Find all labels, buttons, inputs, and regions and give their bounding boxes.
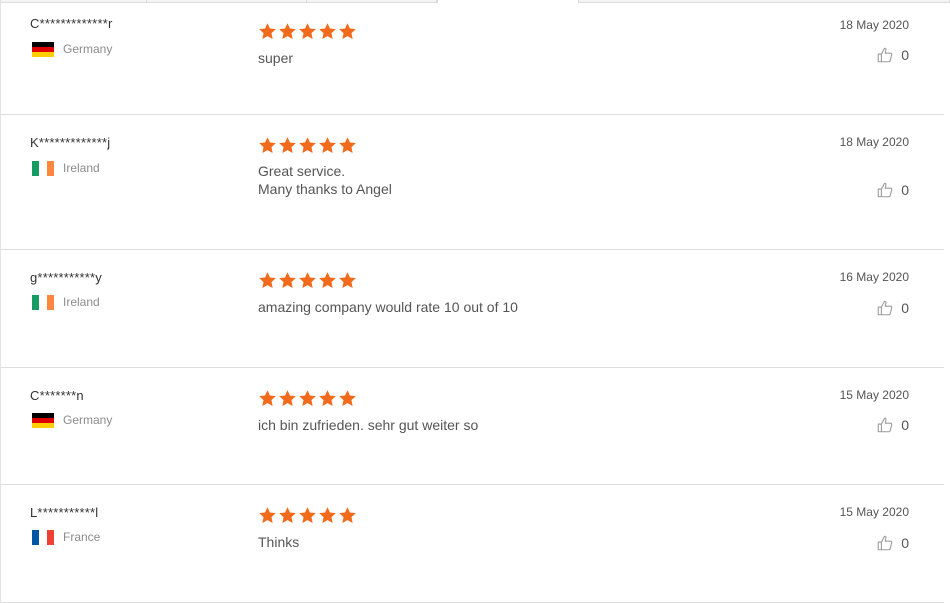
comment-line: Great service. [258, 163, 346, 179]
tab-2[interactable] [147, 0, 307, 3]
star-icon [299, 23, 316, 40]
like-button[interactable]: 0 [876, 416, 909, 434]
review-date: 16 May 2020 [839, 270, 909, 284]
star-rating [258, 136, 357, 155]
thumbs-up-icon [877, 182, 893, 198]
star-icon [319, 390, 336, 407]
star-icon [299, 507, 316, 524]
reviewer-country: Germany [32, 412, 112, 428]
like-button[interactable]: 0 [876, 534, 909, 552]
reviewer-name: C*************r [30, 16, 113, 31]
reviewer-name: L***********l [30, 505, 99, 520]
reviewer-name: C*******n [30, 388, 84, 403]
star-icon [259, 507, 276, 524]
like-count: 0 [901, 300, 909, 316]
reviewer-name: K*************j [30, 135, 111, 150]
star-icon [319, 23, 336, 40]
star-icon [299, 390, 316, 407]
review-item: C*************r Germany super 18 May 202… [1, 4, 944, 115]
thumbs-up-icon [877, 47, 893, 63]
comment-line: Many thanks to Angel [258, 181, 392, 197]
review-item: C*******n Germany ich bin zufrieden. seh… [1, 368, 944, 485]
review-comment: amazing company would rate 10 out of 10 [258, 298, 518, 316]
review-comment: ich bin zufrieden. sehr gut weiter so [258, 416, 478, 434]
country-name: France [63, 530, 101, 544]
star-rating [258, 506, 357, 525]
like-button[interactable]: 0 [876, 299, 909, 317]
star-icon [319, 137, 336, 154]
reviewer-country: Ireland [32, 294, 100, 310]
germany-flag-icon [32, 412, 54, 428]
star-icon [339, 507, 356, 524]
star-icon [279, 390, 296, 407]
star-icon [279, 137, 296, 154]
like-count: 0 [901, 182, 909, 198]
star-rating [258, 271, 357, 290]
review-date: 15 May 2020 [839, 388, 909, 402]
ireland-flag-icon [32, 294, 54, 310]
star-icon [259, 23, 276, 40]
comment-line: amazing company would rate 10 out of 10 [258, 299, 518, 315]
germany-flag-icon [32, 41, 54, 57]
reviewer-country: France [32, 529, 100, 545]
star-icon [319, 272, 336, 289]
comment-line: ich bin zufrieden. sehr gut weiter so [258, 417, 479, 433]
star-icon [279, 23, 296, 40]
review-item: L***********l France Thinks 15 May 2020 … [1, 485, 944, 603]
star-icon [299, 272, 316, 289]
review-item: g***********y Ireland amazing company wo… [1, 250, 944, 368]
like-button[interactable]: 0 [876, 46, 909, 64]
star-icon [259, 272, 276, 289]
review-date: 18 May 2020 [839, 18, 909, 32]
country-name: Ireland [63, 161, 100, 175]
review-item: K*************j Ireland Great service. M… [1, 115, 944, 250]
star-icon [259, 390, 276, 407]
reviewer-country: Ireland [32, 160, 100, 176]
star-icon [339, 272, 356, 289]
comment-line: Thinks [258, 534, 300, 550]
ireland-flag-icon [32, 160, 54, 176]
star-icon [339, 137, 356, 154]
star-icon [299, 137, 316, 154]
star-icon [319, 507, 336, 524]
reviewer-name: g***********y [30, 270, 102, 285]
tab-1[interactable] [1, 0, 147, 3]
like-button[interactable]: 0 [876, 181, 909, 199]
thumbs-up-icon [877, 300, 893, 316]
star-rating [258, 389, 357, 408]
star-icon [279, 507, 296, 524]
review-comment: Great service. Many thanks to Angel [258, 162, 392, 198]
reviews-panel: C*************r Germany super 18 May 202… [0, 0, 950, 603]
country-name: Germany [63, 413, 113, 427]
comment-line: super [258, 50, 294, 66]
reviewer-country: Germany [32, 41, 112, 57]
thumbs-up-icon [877, 417, 893, 433]
like-count: 0 [901, 417, 909, 433]
star-rating [258, 22, 357, 41]
star-icon [259, 137, 276, 154]
star-icon [279, 272, 296, 289]
country-name: Ireland [63, 295, 100, 309]
review-comment: super [258, 49, 293, 67]
star-icon [339, 23, 356, 40]
like-count: 0 [901, 47, 909, 63]
star-icon [339, 390, 356, 407]
tab-active[interactable] [437, 0, 579, 3]
tab-3[interactable] [307, 0, 437, 3]
tab-strip-rest [579, 0, 950, 3]
france-flag-icon [32, 529, 54, 545]
review-date: 18 May 2020 [839, 135, 909, 149]
like-count: 0 [901, 535, 909, 551]
review-date: 15 May 2020 [839, 505, 909, 519]
review-comment: Thinks [258, 533, 299, 551]
thumbs-up-icon [877, 535, 893, 551]
country-name: Germany [63, 42, 113, 56]
